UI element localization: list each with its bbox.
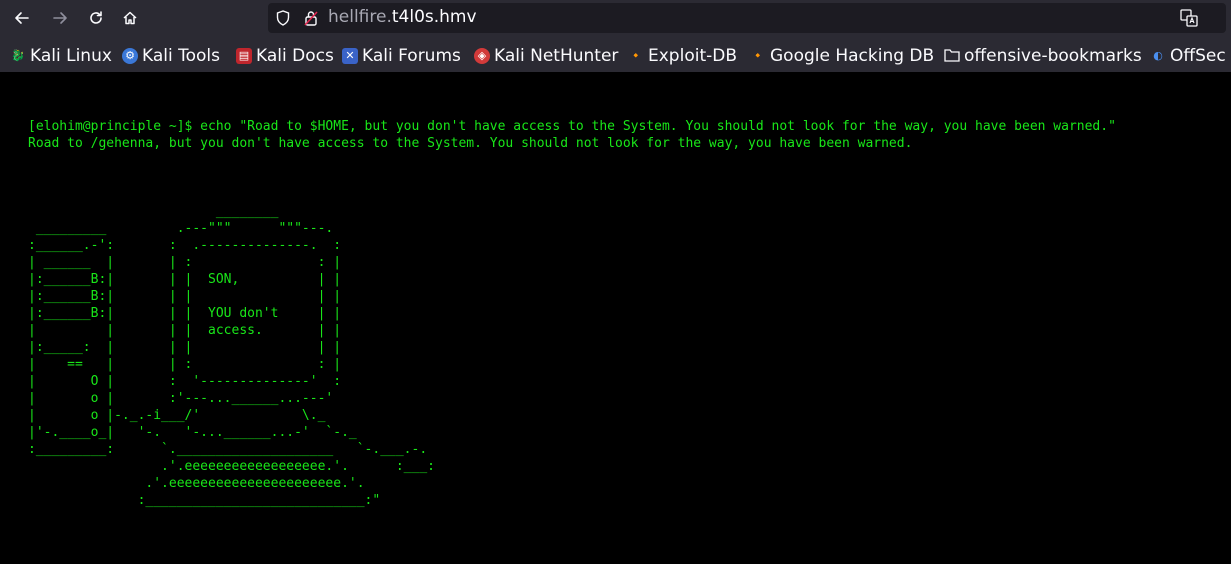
bookmark-label: Kali Tools xyxy=(142,46,220,66)
bookmark-kali-tools[interactable]: ⚙ Kali Tools xyxy=(122,44,220,68)
url-host-main: t4l0s.hmv xyxy=(391,7,477,27)
browser-chrome: hellfire.t4l0s.hmv 🐉 Kali Linux ⚙ Kali Too… xyxy=(0,0,1231,72)
home-button[interactable] xyxy=(118,6,142,30)
url-text[interactable]: hellfire.t4l0s.hmv xyxy=(328,7,477,27)
bookmark-label: Kali NetHunter xyxy=(494,46,619,66)
bookmarks-toolbar: 🐉 Kali Linux ⚙ Kali Tools ▤ Kali Docs ✕ Kali… xyxy=(0,41,1231,71)
bookmark-kali-nethunter[interactable]: ◈ Kali NetHunter xyxy=(474,44,618,68)
exploit-db-icon: 🔸 xyxy=(629,49,643,62)
navigation-toolbar: hellfire.t4l0s.hmv xyxy=(0,0,1231,36)
shield-icon[interactable] xyxy=(276,10,290,26)
url-host-prefix: hellfire. xyxy=(328,7,392,27)
ghdb-icon: 🔸 xyxy=(751,49,765,62)
insecure-lock-icon[interactable] xyxy=(304,10,318,26)
forward-button[interactable] xyxy=(48,6,72,30)
bookmark-label: Exploit-DB xyxy=(648,46,737,66)
command-output: Road to /gehenna, but you don't have acc… xyxy=(28,136,913,151)
bookmark-label: Kali Linux xyxy=(30,46,112,66)
reload-icon xyxy=(90,11,102,24)
reload-button[interactable] xyxy=(84,6,108,30)
bookmark-label: OffSec xyxy=(1170,46,1226,66)
kali-tools-icon: ⚙ xyxy=(122,48,138,64)
offsec-icon: ◐ xyxy=(1153,49,1163,62)
bookmark-offsec[interactable]: ◐ OffSec xyxy=(1150,44,1226,68)
bookmark-kali-forums[interactable]: ✕ Kali Forums xyxy=(342,44,461,68)
kali-dragon-icon: 🐉 xyxy=(11,49,25,62)
bookmark-label: Kali Forums xyxy=(362,46,461,66)
bookmark-kali-linux[interactable]: 🐉 Kali Linux xyxy=(10,44,112,68)
command-line: [elohim@principle ~]$ echo "Road to $HOM… xyxy=(28,119,1116,134)
translate-icon[interactable] xyxy=(1180,9,1198,27)
terminal-output: [elohim@principle ~]$ echo "Road to $HOM… xyxy=(28,118,1116,152)
back-button[interactable] xyxy=(10,6,34,30)
bookmark-kali-docs[interactable]: ▤ Kali Docs xyxy=(236,44,334,68)
bookmark-label: offensive-bookmarks xyxy=(964,46,1142,66)
bookmark-folder-offensive[interactable]: offensive-bookmarks xyxy=(944,44,1142,68)
home-icon xyxy=(123,11,137,25)
bookmark-google-hacking-db[interactable]: 🔸 Google Hacking DB xyxy=(750,44,934,68)
kali-forums-icon: ✕ xyxy=(342,48,358,64)
kali-docs-icon: ▤ xyxy=(236,48,252,64)
folder-icon xyxy=(944,48,960,64)
url-bar[interactable]: hellfire.t4l0s.hmv xyxy=(268,3,1226,33)
bookmark-label: Kali Docs xyxy=(256,46,334,66)
forward-arrow-icon xyxy=(53,12,67,24)
bookmark-label: Google Hacking DB xyxy=(770,46,935,66)
bookmark-exploit-db[interactable]: 🔸 Exploit-DB xyxy=(628,44,737,68)
ascii-art-computer: ________ _________ .---""" """---. :____… xyxy=(28,204,435,508)
back-arrow-icon xyxy=(15,12,29,24)
kali-nethunter-icon: ◈ xyxy=(474,48,490,64)
